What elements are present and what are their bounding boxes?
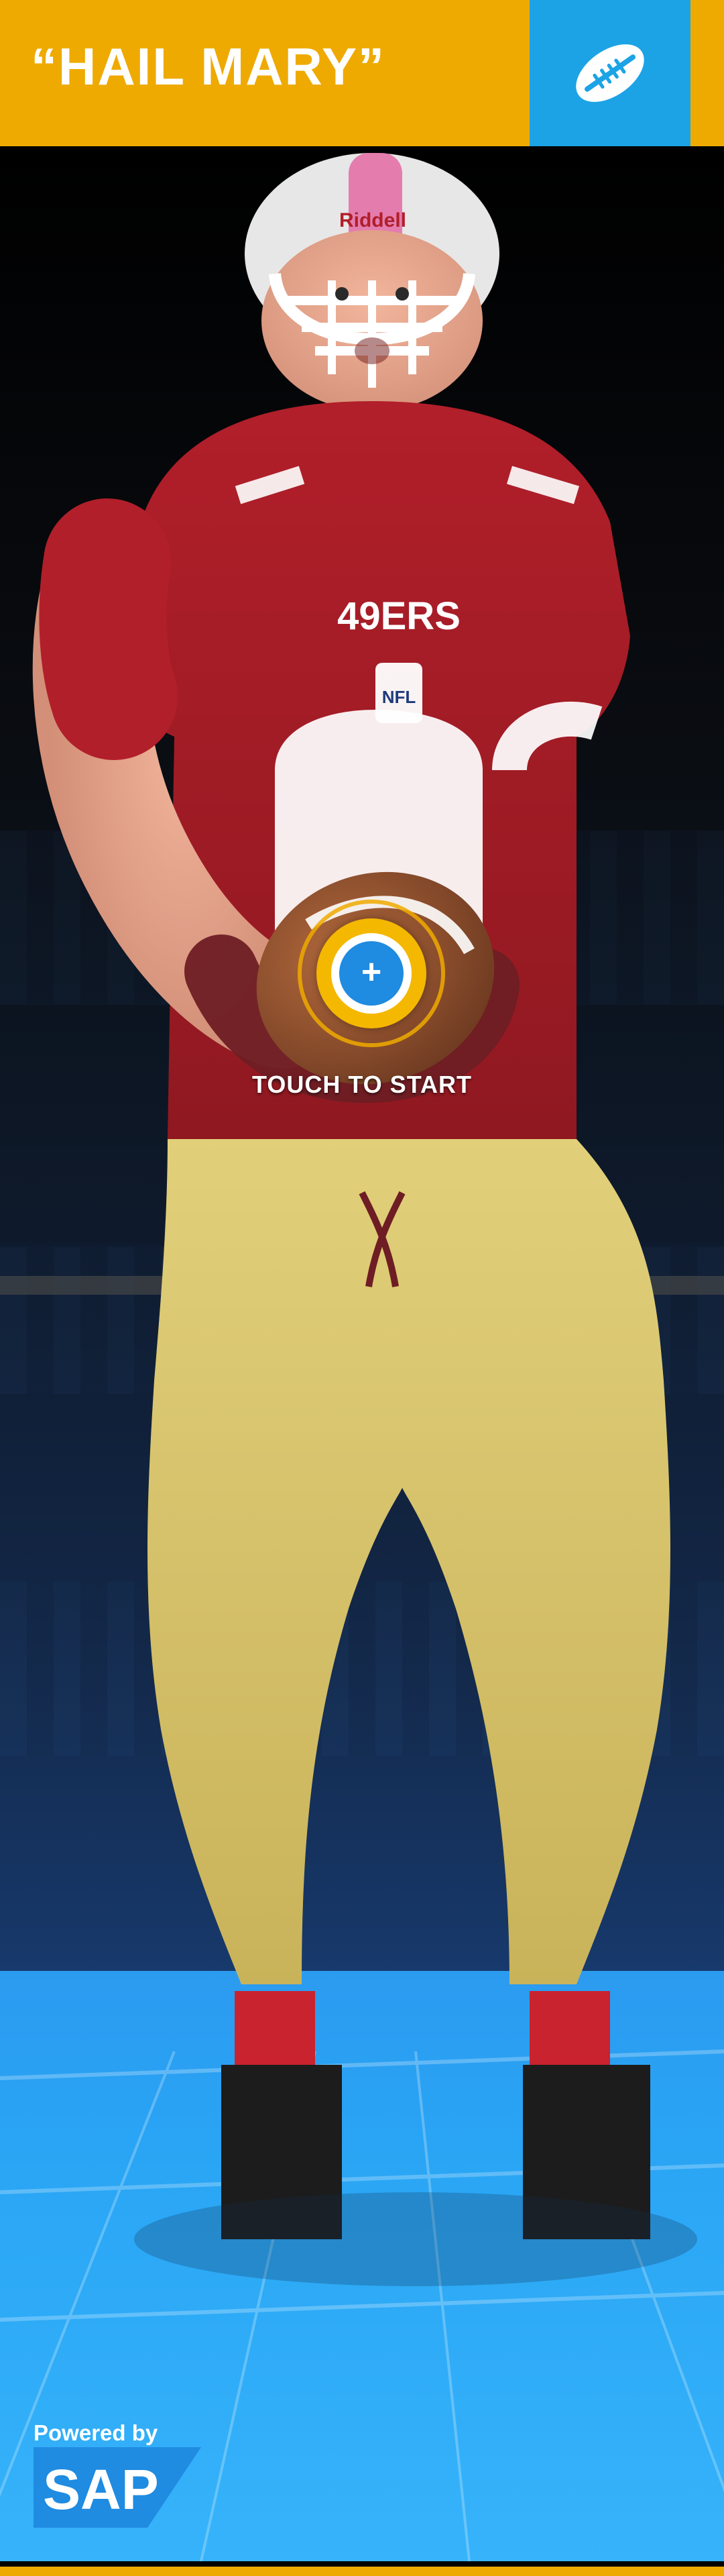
football-player-illustration: Riddell 49ERS NFL xyxy=(32,153,697,2286)
team-wordmark: 49ERS xyxy=(337,594,461,638)
football-icon xyxy=(576,44,644,102)
helmet: Riddell xyxy=(245,153,499,411)
touch-to-start-button[interactable]: + xyxy=(298,900,445,1047)
top-header: “HAIL MARY” xyxy=(0,0,724,146)
pants xyxy=(134,1139,697,2286)
sap-logo: SAP xyxy=(34,2447,201,2528)
bottom-accent-bar xyxy=(0,2567,724,2576)
football-button[interactable] xyxy=(530,0,690,146)
svg-text:SAP: SAP xyxy=(43,2458,159,2521)
helmet-brand-text: Riddell xyxy=(339,209,406,231)
svg-text:NFL: NFL xyxy=(382,687,416,707)
game-scene[interactable]: Riddell 49ERS NFL + TOUCH TO START xyxy=(0,146,724,2561)
powered-by-label: Powered by xyxy=(34,2420,158,2445)
plus-icon: + xyxy=(339,941,404,1006)
touch-to-start-label: TOUCH TO START xyxy=(252,1071,472,1098)
page-title: “HAIL MARY” xyxy=(31,37,385,96)
plus-glyph: + xyxy=(361,953,382,991)
